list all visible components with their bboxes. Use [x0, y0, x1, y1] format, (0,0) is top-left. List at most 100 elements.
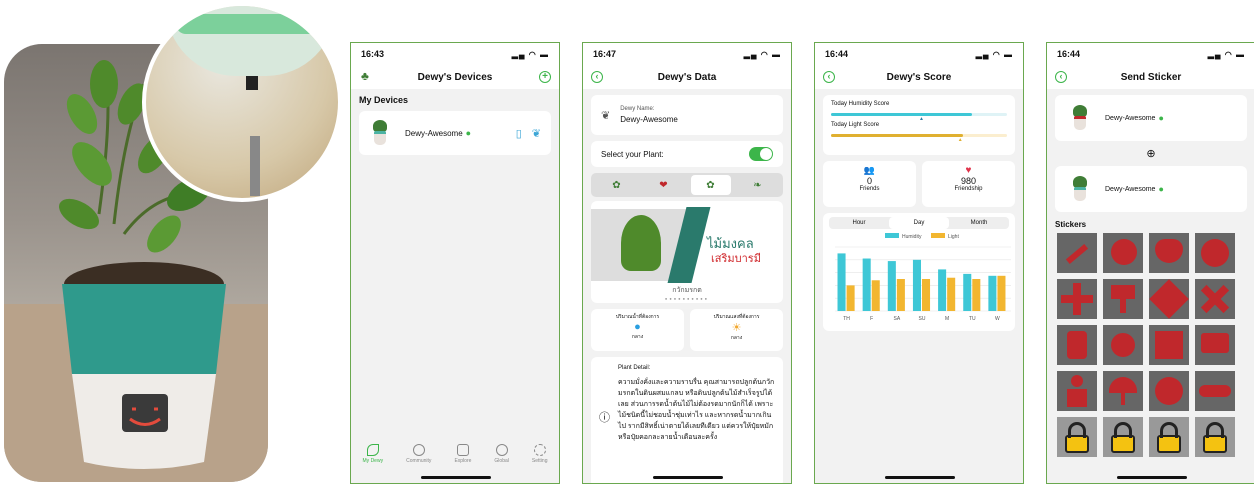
sticker-bolt[interactable]	[1057, 325, 1097, 365]
tab-setting[interactable]: Setting	[532, 444, 547, 464]
screen-send-sticker: 16:44 ▂▄ ◠ ▬ ‹ Send Sticker Dewy-Awesome…	[1046, 42, 1254, 484]
leaf-icon: ❦	[601, 109, 611, 122]
status-time: 16:44	[1057, 49, 1081, 59]
sticker-umbrella[interactable]	[1103, 371, 1143, 411]
friends-card[interactable]: 👥 0 Friends	[823, 161, 916, 207]
banner-subtitle: เสริมบารมี	[711, 253, 761, 265]
locked-sticker[interactable]	[1195, 417, 1235, 457]
screen-data: 16:47 ▂▄ ◠ ▬ ‹ Dewy's Data ❦ Dewy Name: …	[582, 42, 792, 484]
light-marker-icon: ▲	[957, 137, 963, 143]
bar-humidity-w	[988, 275, 997, 311]
sticker-box[interactable]	[1149, 325, 1189, 365]
status-icons: ▂▄ ◠ ▬	[511, 49, 549, 59]
sticker-check[interactable]	[1057, 233, 1097, 273]
sticker-heart[interactable]	[1149, 233, 1189, 273]
page-title: Dewy's Data	[657, 71, 717, 83]
sender-device-card[interactable]: Dewy-Awesome ●	[1055, 95, 1247, 141]
sticker-cross[interactable]	[1057, 279, 1097, 319]
plant-tab-1[interactable]: ✿	[597, 175, 637, 195]
legend-humidity-label: Humidity	[902, 234, 922, 240]
sticker-person[interactable]	[1057, 371, 1097, 411]
water-card: ปริมาณน้ำที่ต้องการ ● กลาง	[591, 309, 684, 351]
sticker-chat[interactable]	[1195, 325, 1235, 365]
name-value: Dewy-Awesome	[620, 115, 678, 124]
receiver-device-name: Dewy-Awesome	[1105, 185, 1156, 193]
status-bar: 16:44 ▂▄ ◠ ▬	[815, 43, 1023, 65]
legend-light-swatch	[931, 233, 945, 238]
page-title: Send Sticker	[1120, 71, 1182, 83]
tab-global[interactable]: Global	[494, 444, 509, 464]
x-tick-label: F	[870, 316, 873, 322]
bar-light-th	[846, 285, 855, 311]
info-icon[interactable]: ▯	[516, 127, 522, 140]
plant-tab-3[interactable]: ✿	[690, 175, 731, 195]
friendship-value: 980	[960, 176, 977, 186]
sticker-moon[interactable]	[1103, 233, 1143, 273]
score-card: Today Humidity Score ▲ Today Light Score…	[823, 95, 1015, 155]
nav-bar: ‹ Dewy's Score	[815, 65, 1023, 89]
status-icons: ▂▄ ◠ ▬	[975, 49, 1013, 59]
bar-light-w	[997, 275, 1006, 311]
page-title: Dewy's Devices	[417, 71, 493, 83]
heart-icon: ♥	[965, 165, 972, 176]
friends-value: 0	[866, 176, 872, 186]
back-button[interactable]: ‹	[1055, 71, 1067, 83]
sticker-flower[interactable]	[1103, 325, 1143, 365]
book-icon	[456, 444, 469, 456]
select-plant-toggle[interactable]	[749, 147, 773, 161]
nav-bar: ♣ Dewy's Devices +	[351, 65, 559, 89]
tab-my-dewy[interactable]: My Dewy	[363, 444, 383, 464]
status-icons: ▂▄ ◠ ▬	[1207, 49, 1245, 59]
sticker-star[interactable]	[1149, 279, 1189, 319]
zoom-detail-circle	[142, 2, 342, 202]
bar-light-tu	[972, 279, 981, 311]
bar-light-sa	[896, 279, 905, 311]
device-card[interactable]: Dewy-Awesome ● ▯ ❦	[359, 111, 551, 155]
segment-month[interactable]: Month	[949, 217, 1009, 229]
segment-day[interactable]: Day	[889, 217, 949, 229]
sender-device-name: Dewy-Awesome	[1105, 114, 1156, 122]
water-drop-icon: ●	[634, 321, 641, 333]
status-time: 16:44	[825, 49, 849, 59]
add-device-button[interactable]: +	[539, 71, 551, 83]
chat-icon	[412, 444, 425, 456]
screen-score: 16:44 ▂▄ ◠ ▬ ‹ Dewy's Score Today Humidi…	[814, 42, 1024, 484]
friendship-card[interactable]: ♥ 980 Friendship	[922, 161, 1015, 207]
gear-icon	[533, 444, 546, 456]
light-label: ปริมาณแสงที่ต้องการ	[713, 314, 760, 320]
needs-row: ปริมาณน้ำที่ต้องการ ● กลาง ปริมาณแสงที่ต…	[591, 309, 783, 351]
bar-humidity-su	[912, 259, 921, 311]
sticker-cup[interactable]	[1103, 279, 1143, 319]
tab-explore[interactable]: Explore	[454, 444, 471, 464]
plant-detail-card: ⓘ Plant Detail: ความมั่งคั่งและความราบรื…	[591, 357, 783, 483]
back-button[interactable]: ‹	[823, 71, 835, 83]
locked-sticker[interactable]	[1057, 417, 1097, 457]
bar-humidity-th	[837, 253, 846, 311]
sticker-g[interactable]	[1149, 371, 1189, 411]
locked-sticker[interactable]	[1149, 417, 1189, 457]
leaf-icon[interactable]: ❦	[532, 127, 541, 140]
locked-sticker[interactable]	[1103, 417, 1143, 457]
sticker-x[interactable]	[1195, 279, 1235, 319]
segment-hour[interactable]: Hour	[829, 217, 889, 229]
plant-tab-2[interactable]: ❤	[644, 175, 684, 195]
sticker-wave[interactable]	[1195, 371, 1235, 411]
bar-light-f	[871, 280, 880, 311]
status-icons: ▂▄ ◠ ▬	[743, 49, 781, 59]
sticker-smile[interactable]	[1195, 233, 1235, 273]
legend-humidity-swatch	[885, 233, 899, 238]
home-indicator	[885, 476, 955, 479]
arrow-down-icon: ⊕	[1146, 148, 1156, 160]
receiver-device-card[interactable]: Dewy-Awesome ●	[1055, 166, 1247, 212]
water-value: กลาง	[631, 334, 644, 340]
screen-devices: 16:43 ▂▄ ◠ ▬ ♣ Dewy's Devices + My Devic…	[350, 42, 560, 484]
plant-tab-4[interactable]: ❧	[738, 175, 778, 195]
name-card[interactable]: ❦ Dewy Name: Dewy-Awesome	[591, 95, 783, 135]
status-bar: 16:43 ▂▄ ◠ ▬	[351, 43, 559, 65]
status-time: 16:47	[593, 49, 617, 59]
plant-banner[interactable]: ไม้มงคล เสริมบารมี กวักมรกต ●●●●●●●●●●	[591, 201, 783, 303]
device-avatar	[1069, 105, 1091, 131]
back-button[interactable]: ‹	[591, 71, 603, 83]
info-circle-icon: ⓘ	[599, 412, 610, 424]
tab-community[interactable]: Community	[406, 444, 431, 464]
